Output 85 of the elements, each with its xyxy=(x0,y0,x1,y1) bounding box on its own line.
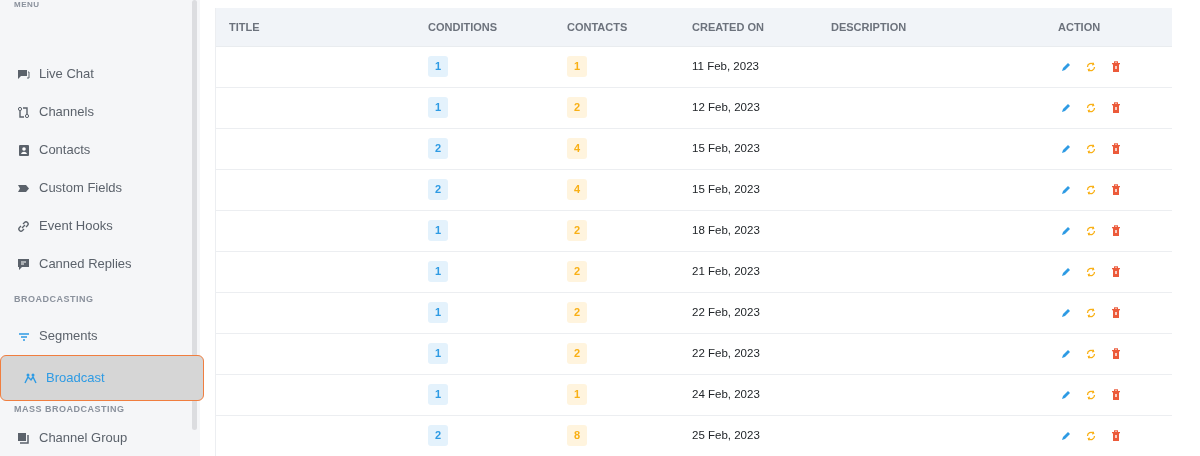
refresh-icon[interactable] xyxy=(1085,429,1097,442)
date-cell: 22 Feb, 2023 xyxy=(679,333,818,374)
count-badge: 1 xyxy=(428,97,448,118)
count-badge: 4 xyxy=(567,179,587,200)
sidebar-item[interactable]: Contacts xyxy=(0,131,200,169)
count-badge: 4 xyxy=(567,138,587,159)
refresh-icon[interactable] xyxy=(1085,142,1097,155)
sidebar-item[interactable]: Custom Fields xyxy=(0,169,200,207)
contact-card-icon xyxy=(17,143,30,157)
edit-icon[interactable] xyxy=(1060,183,1072,196)
edit-icon[interactable] xyxy=(1060,265,1072,278)
refresh-icon[interactable] xyxy=(1085,347,1097,360)
sidebar-item[interactable]: Channel Group xyxy=(0,419,200,456)
network-icon xyxy=(24,371,37,385)
count-badge: 8 xyxy=(567,425,587,446)
column-header: CREATED ON xyxy=(679,8,818,46)
count-badge: 2 xyxy=(428,425,448,446)
link-icon xyxy=(17,219,30,233)
date-cell: 11 Feb, 2023 xyxy=(679,46,818,87)
date-cell: 15 Feb, 2023 xyxy=(679,128,818,169)
sidebar-item[interactable]: Canned Replies xyxy=(0,245,200,283)
date-cell: 12 Feb, 2023 xyxy=(679,87,818,128)
sidebar-item[interactable]: Channels xyxy=(0,93,200,131)
count-badge: 1 xyxy=(428,220,448,241)
refresh-icon[interactable] xyxy=(1085,306,1097,319)
delete-icon[interactable] xyxy=(1110,429,1122,442)
menu-heading: MENU xyxy=(13,0,41,10)
column-header: CONDITIONS xyxy=(415,8,554,46)
count-badge: 2 xyxy=(428,138,448,159)
delete-icon[interactable] xyxy=(1110,101,1122,114)
delete-icon[interactable] xyxy=(1110,347,1122,360)
column-header: ACTION xyxy=(1045,8,1172,46)
edit-icon[interactable] xyxy=(1060,224,1072,237)
refresh-icon[interactable] xyxy=(1085,183,1097,196)
count-badge: 2 xyxy=(428,179,448,200)
count-badge: 2 xyxy=(567,220,587,241)
date-cell: 18 Feb, 2023 xyxy=(679,210,818,251)
delete-icon[interactable] xyxy=(1110,183,1122,196)
section-heading: BROADCASTING xyxy=(14,293,94,307)
refresh-icon[interactable] xyxy=(1085,224,1097,237)
count-badge: 1 xyxy=(428,302,448,323)
edit-icon[interactable] xyxy=(1060,60,1072,73)
count-badge: 1 xyxy=(567,56,587,77)
date-cell: 22 Feb, 2023 xyxy=(679,292,818,333)
edit-icon[interactable] xyxy=(1060,429,1072,442)
section-heading: MASS BROADCASTING xyxy=(14,403,125,417)
sidebar-item[interactable]: Event Hooks xyxy=(0,207,200,245)
count-badge: 1 xyxy=(428,56,448,77)
column-header: DESCRIPTION xyxy=(818,8,1045,46)
column-header: TITLE xyxy=(216,8,415,46)
edit-icon[interactable] xyxy=(1060,142,1072,155)
edit-icon[interactable] xyxy=(1060,306,1072,319)
delete-icon[interactable] xyxy=(1110,142,1122,155)
count-badge: 2 xyxy=(567,302,587,323)
count-badge: 2 xyxy=(567,261,587,282)
sidebar-item[interactable]: Segments xyxy=(0,317,200,355)
delete-icon[interactable] xyxy=(1110,306,1122,319)
delete-icon[interactable] xyxy=(1110,388,1122,401)
sidebar-item[interactable]: Live Chat xyxy=(0,55,200,93)
count-badge: 2 xyxy=(567,97,587,118)
swap-icon xyxy=(17,105,30,119)
chat-icon xyxy=(17,67,30,81)
message-icon xyxy=(17,257,30,271)
count-badge: 1 xyxy=(428,343,448,364)
refresh-icon[interactable] xyxy=(1085,265,1097,278)
date-cell: 21 Feb, 2023 xyxy=(679,251,818,292)
date-cell: 25 Feb, 2023 xyxy=(679,415,818,456)
count-badge: 1 xyxy=(428,261,448,282)
delete-icon[interactable] xyxy=(1110,265,1122,278)
count-badge: 2 xyxy=(567,343,587,364)
scrollbar[interactable] xyxy=(192,0,197,430)
delete-icon[interactable] xyxy=(1110,224,1122,237)
refresh-icon[interactable] xyxy=(1085,388,1097,401)
edit-icon[interactable] xyxy=(1060,101,1072,114)
column-header: CONTACTS xyxy=(554,8,679,46)
stacked-squares-icon xyxy=(17,431,30,445)
edit-icon[interactable] xyxy=(1060,347,1072,360)
refresh-icon[interactable] xyxy=(1085,101,1097,114)
refresh-icon[interactable] xyxy=(1085,60,1097,73)
count-badge: 1 xyxy=(567,384,587,405)
edit-icon[interactable] xyxy=(1060,388,1072,401)
delete-icon[interactable] xyxy=(1110,60,1122,73)
date-cell: 15 Feb, 2023 xyxy=(679,169,818,210)
count-badge: 1 xyxy=(428,384,448,405)
date-cell: 24 Feb, 2023 xyxy=(679,374,818,415)
